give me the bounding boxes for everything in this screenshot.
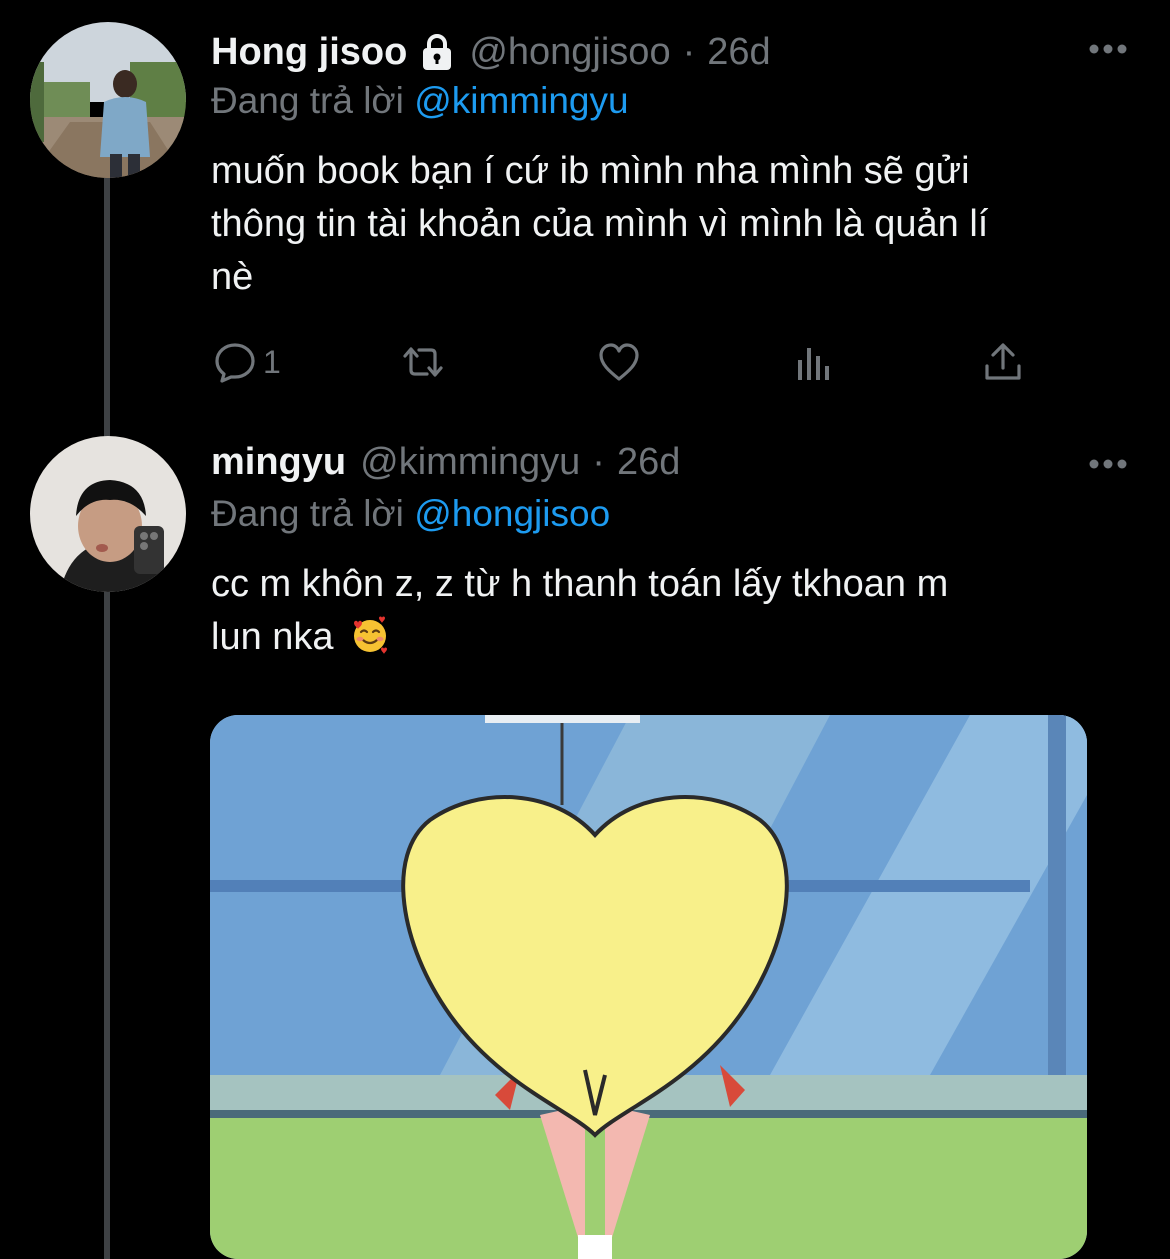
reply-icon xyxy=(215,343,255,383)
like-button[interactable] xyxy=(597,336,641,388)
conversation-thread: Hong jisoo @hongjisoo · 26d Đang trả lời… xyxy=(0,0,1170,1259)
reply-prefix: Đang trả lời xyxy=(211,493,404,534)
timestamp[interactable]: 26d xyxy=(617,441,680,484)
replying-to: Đang trả lời @kimmingyu xyxy=(211,80,629,122)
separator-dot: · xyxy=(682,30,696,73)
tweet-text: muốn book bạn í cứ ib mình nha mình sẽ g… xyxy=(211,145,1131,304)
tweet-text-line: cc m khôn z, z từ h thanh toán lấy tkhoa… xyxy=(211,563,949,605)
retweet-button[interactable] xyxy=(401,336,445,388)
retweet-icon xyxy=(403,347,443,377)
mention-link[interactable]: @kimmingyu xyxy=(414,80,628,121)
tweet-text-line: muốn book bạn í cứ ib mình nha mình sẽ g… xyxy=(211,150,970,192)
separator-dot: · xyxy=(592,440,605,483)
display-name[interactable]: mingyu xyxy=(211,441,346,484)
user-handle[interactable]: @hongjisoo xyxy=(469,31,670,74)
tweet-hongjisoo[interactable]: Hong jisoo @hongjisoo · 26d Đang trả lời… xyxy=(0,0,1170,420)
tweet-actions: 1 xyxy=(213,336,1053,388)
tweet-text-fragment: lun nka xyxy=(211,616,334,658)
tweet-header: Hong jisoo @hongjisoo · 26d xyxy=(211,28,771,76)
mention-link[interactable]: @hongjisoo xyxy=(414,493,610,534)
tweet-kimmingyu[interactable]: mingyu @kimmingyu · 26d Đang trả lời @ho… xyxy=(0,420,1170,1259)
tweet-text-line: nè xyxy=(211,256,254,298)
avatar[interactable] xyxy=(30,22,186,178)
more-icon[interactable] xyxy=(1088,42,1128,54)
tweet-text: cc m khôn z, z từ h thanh toán lấy tkhoa… xyxy=(211,558,1131,664)
avatar[interactable] xyxy=(30,436,186,592)
share-button[interactable] xyxy=(981,336,1025,388)
analytics-button[interactable] xyxy=(791,336,835,388)
tweet-media-image[interactable] xyxy=(210,715,1087,1259)
display-name[interactable]: Hong jisoo xyxy=(211,31,407,74)
timestamp[interactable]: 26d xyxy=(707,31,770,74)
tweet-text-line: thông tin tài khoản của mình vì mình là … xyxy=(211,203,989,245)
analytics-icon xyxy=(798,348,829,380)
reply-count: 1 xyxy=(263,343,281,380)
lock-icon xyxy=(419,32,455,72)
smiling-face-with-hearts-icon xyxy=(350,615,390,655)
tweet-text-line-last: lun nka xyxy=(211,611,1131,664)
more-icon[interactable] xyxy=(1088,457,1128,469)
share-icon xyxy=(985,343,1021,380)
reply-button[interactable]: 1 xyxy=(213,336,281,388)
reply-prefix: Đang trả lời xyxy=(211,80,404,121)
user-handle[interactable]: @kimmingyu xyxy=(360,441,580,484)
tweet-header: mingyu @kimmingyu · 26d xyxy=(211,438,680,486)
like-icon xyxy=(599,343,639,381)
replying-to: Đang trả lời @hongjisoo xyxy=(211,493,610,535)
